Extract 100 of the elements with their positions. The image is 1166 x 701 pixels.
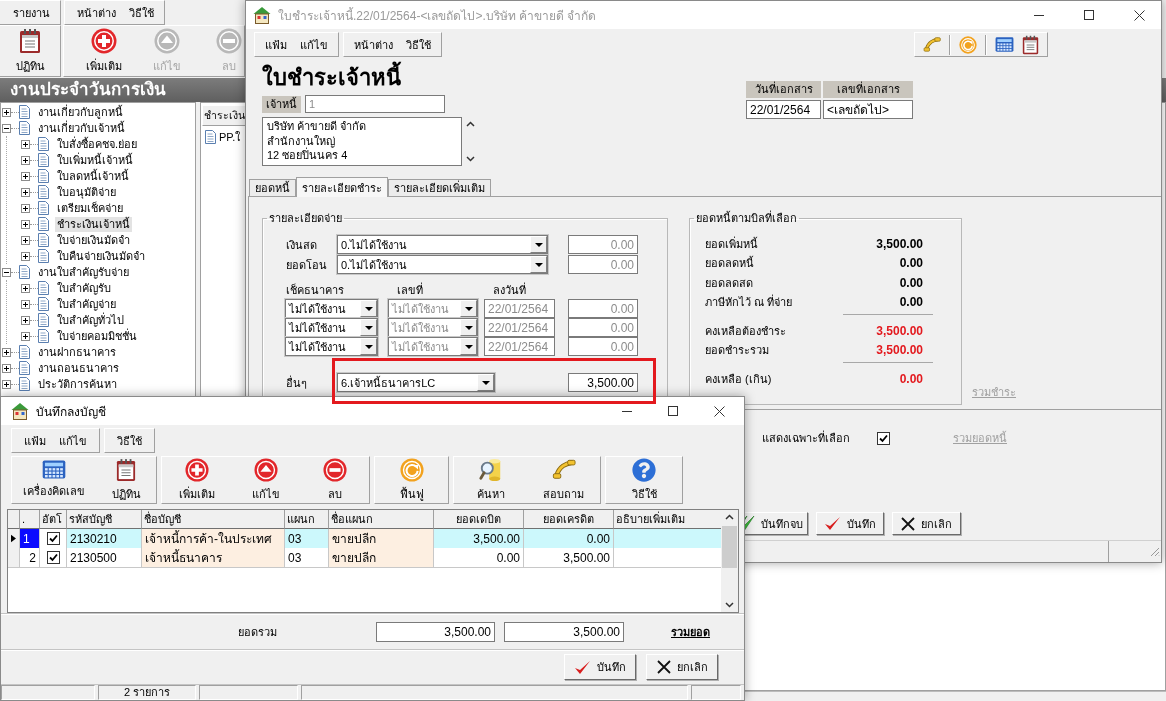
maximize-icon[interactable] xyxy=(668,406,678,416)
expand-icon[interactable] xyxy=(21,171,30,181)
save-button[interactable]: บันทึก xyxy=(564,654,636,680)
tree-item[interactable]: เตรียมเช็คจ่าย xyxy=(55,200,125,216)
expand-icon[interactable] xyxy=(21,331,30,341)
calculator-icon[interactable] xyxy=(995,37,1014,52)
dropdown-button[interactable] xyxy=(360,319,377,336)
expand-icon[interactable] xyxy=(21,235,30,245)
tree-item[interactable]: ใบสั่งซื้อคชจ.ย่อย xyxy=(55,136,140,152)
tree-item[interactable]: ใบลดหนี้เจ้าหนี้ xyxy=(55,168,131,184)
help-button[interactable]: วิธีใช้ xyxy=(606,457,682,503)
column-header[interactable]: ชื่อบัญชี xyxy=(142,510,285,529)
list-item[interactable]: PP.ใ xyxy=(219,127,241,146)
expand-icon[interactable] xyxy=(21,315,30,325)
tree-item[interactable]: งานถอนธนาคาร xyxy=(36,360,121,376)
calculator-button[interactable]: เครื่องคิดเลข xyxy=(12,457,96,503)
column-header[interactable]: ชำระเงิน xyxy=(202,105,247,126)
column-header[interactable]: แผนก xyxy=(285,510,329,529)
expand-icon[interactable] xyxy=(21,299,30,309)
dropdown-button[interactable] xyxy=(477,374,494,391)
expand-icon[interactable] xyxy=(2,379,11,389)
tree-item[interactable]: ใบจ่ายเงินมัดจำ xyxy=(55,232,132,248)
add-button[interactable]: เพิ่มเติม xyxy=(162,457,231,503)
expand-icon[interactable] xyxy=(21,155,30,165)
tab[interactable]: รายละเอียดชำระ xyxy=(296,177,388,197)
document-field[interactable]: 22/01/2564 xyxy=(746,100,821,119)
dropdown-button[interactable] xyxy=(530,236,547,253)
link[interactable]: รวมยอด xyxy=(671,622,710,641)
dropdown-button[interactable] xyxy=(360,338,377,355)
menu-item[interactable]: แก้ไข xyxy=(300,35,328,54)
combo-box[interactable]: 0.ไม่ได้ใช้งาน xyxy=(337,255,548,274)
scroll-down-icon[interactable] xyxy=(466,156,475,162)
phone-icon[interactable] xyxy=(923,35,941,54)
refresh-button[interactable]: ฟื้นฟู xyxy=(375,457,448,503)
calendar-button[interactable]: ปฏิทิน xyxy=(96,457,156,503)
scroll-down-icon[interactable] xyxy=(725,602,734,608)
menu-item[interactable]: รายงาน xyxy=(13,3,50,22)
close-icon[interactable] xyxy=(714,405,725,417)
expand-icon[interactable] xyxy=(21,139,30,149)
tree-item[interactable]: งานเกี่ยวกับลูกหนี้ xyxy=(36,104,125,120)
tree-item[interactable]: ประวัติการค้นหา xyxy=(36,376,119,392)
tree-item[interactable]: งานเกี่ยวกับเจ้าหนี้ xyxy=(36,120,127,136)
search-button[interactable]: ค้นหา xyxy=(454,457,527,503)
checkbox[interactable] xyxy=(46,532,60,545)
calendar-button[interactable]: ปฏิทิน xyxy=(0,26,60,76)
tab[interactable]: ยอดหนี้ xyxy=(249,179,296,196)
menu-item[interactable]: วิธีใช้ xyxy=(406,35,431,54)
tree-item[interactable]: ใบเพิ่มหนี้เจ้าหนี้ xyxy=(55,152,135,168)
cancel-button[interactable]: ยกเลิก xyxy=(646,654,718,680)
scroll-up-icon[interactable] xyxy=(466,121,475,127)
edit-button[interactable]: แก้ไข xyxy=(231,457,300,503)
save-button[interactable]: บันทึก xyxy=(816,512,884,535)
delete-button[interactable]: ลบ xyxy=(300,457,369,503)
menu-item[interactable]: วิธีใช้ xyxy=(117,431,142,450)
menu-item[interactable]: วิธีใช้ xyxy=(129,3,154,22)
scroll-up-icon[interactable] xyxy=(725,514,734,520)
resize-grip-icon[interactable] xyxy=(1149,546,1160,557)
expand-icon[interactable] xyxy=(21,283,30,293)
dropdown-button[interactable] xyxy=(530,256,547,273)
tree-item[interactable]: ใบจ่ายคอมมิชชั่น xyxy=(55,328,139,344)
tab[interactable]: รายละเอียดเพิ่มเติม xyxy=(388,179,491,196)
scrollbar[interactable] xyxy=(721,510,738,612)
checkbox[interactable] xyxy=(877,431,890,445)
menu-item[interactable]: แฟ้ม xyxy=(265,35,287,54)
menu-item[interactable]: แฟ้ม xyxy=(24,431,46,450)
expand-icon[interactable] xyxy=(2,363,11,373)
tree-item[interactable]: ใบอนุมัติจ่าย xyxy=(55,184,118,200)
expand-icon[interactable] xyxy=(2,107,11,117)
tree-item[interactable]: ใบสำคัญทั่วไป xyxy=(55,312,126,328)
credit-total-field[interactable]: 3,500.00 xyxy=(504,621,624,642)
debit-total-field[interactable]: 3,500.00 xyxy=(376,621,495,642)
expand-icon[interactable] xyxy=(21,219,30,229)
add-button[interactable]: เพิ่มเติม xyxy=(69,26,139,76)
checkbox[interactable] xyxy=(46,551,60,564)
tree-item[interactable]: งานใบสำคัญรับจ่าย xyxy=(36,264,131,280)
expand-icon[interactable] xyxy=(21,203,30,213)
calendar-icon[interactable] xyxy=(1022,34,1039,55)
tree-item[interactable]: ใบคืนจ่ายเงินมัดจำ xyxy=(55,248,147,264)
column-header[interactable]: ชื่อแผนก xyxy=(329,510,434,529)
tree-item[interactable]: งานฝากธนาคาร xyxy=(36,344,118,360)
expand-icon[interactable] xyxy=(21,187,30,197)
scroll-thumb[interactable] xyxy=(722,526,737,568)
expand-icon[interactable] xyxy=(2,347,11,357)
column-header[interactable]: รหัสบัญชี xyxy=(67,510,142,529)
collapse-icon[interactable] xyxy=(2,123,11,133)
menu-item[interactable]: แก้ไข xyxy=(59,431,87,450)
address-field[interactable]: บริษัท ค้าขายดี จำกัด สำนักงานใหญ่ 12 ซอยปิ่นนคร 4 xyxy=(262,117,462,166)
column-header[interactable]: ยอดเครดิต xyxy=(524,510,614,529)
combo-box[interactable]: 0.ไม่ได้ใช้งาน xyxy=(337,235,548,254)
phone-button[interactable]: สอบถาม xyxy=(527,457,600,503)
column-header[interactable]: อัตโ xyxy=(40,510,67,529)
row-header[interactable] xyxy=(8,529,20,549)
dropdown-button[interactable] xyxy=(360,300,377,317)
column-header[interactable]: . xyxy=(20,510,40,529)
combo-box[interactable]: 6.เจ้าหนี้ธนาคารLC xyxy=(337,373,495,392)
cancel-button[interactable]: ยกเลิก xyxy=(892,512,961,535)
column-header[interactable]: ยอดเดบิต xyxy=(434,510,524,529)
collapse-icon[interactable] xyxy=(2,267,11,277)
menu-item[interactable]: หน้าต่าง xyxy=(77,3,116,22)
document-field[interactable]: <เลขถัดไป> xyxy=(823,100,913,119)
